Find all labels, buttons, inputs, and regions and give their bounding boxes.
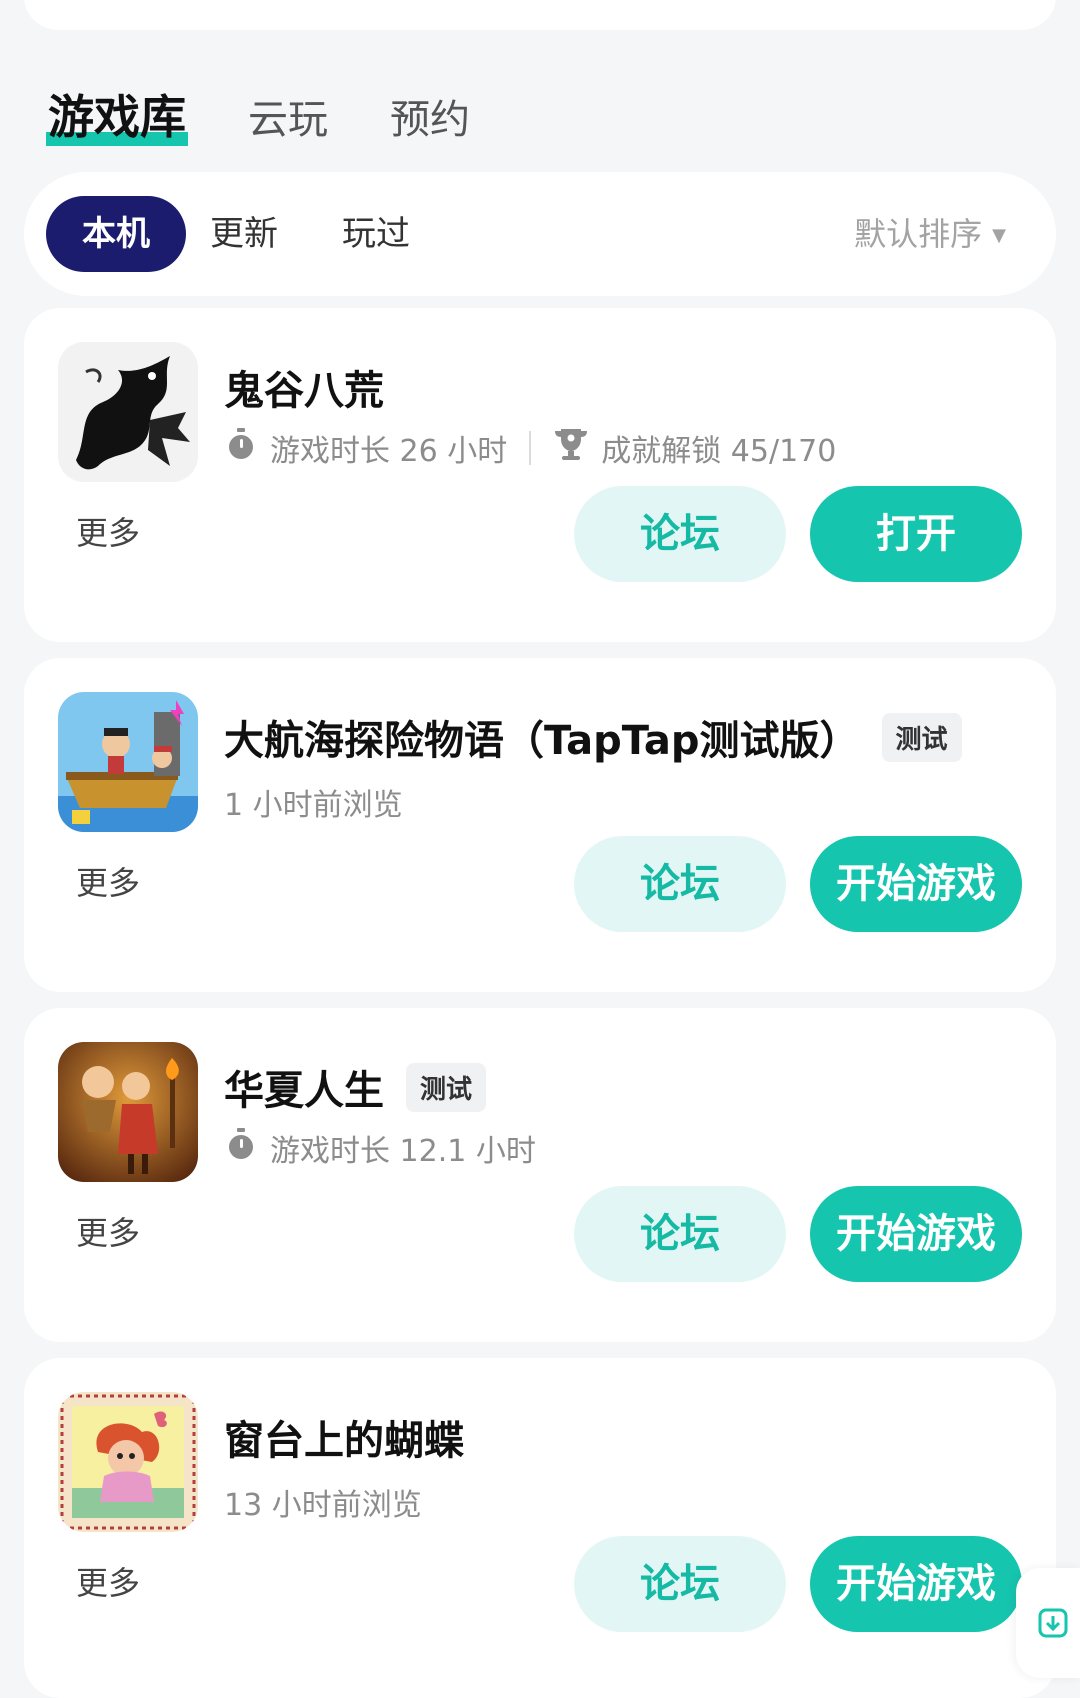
more-button[interactable]: 更多 bbox=[76, 858, 140, 904]
playtime-text: 游戏时长 26 小时 bbox=[270, 434, 508, 469]
tab-reservations[interactable]: 预约 bbox=[390, 100, 470, 140]
forum-button[interactable]: 论坛 bbox=[574, 1536, 786, 1632]
pirate-ship-icon[interactable] bbox=[58, 692, 198, 832]
game-card[interactable]: 华夏人生 测试 游戏时长 12.1 小时 更多 论坛 开始游戏 bbox=[24, 1008, 1056, 1342]
forum-button[interactable]: 论坛 bbox=[574, 836, 786, 932]
forum-button[interactable]: 论坛 bbox=[574, 486, 786, 582]
game-meta: 1 小时前浏览 bbox=[224, 780, 403, 824]
game-meta: 游戏时长 26 小时 成就解锁 45/170 bbox=[224, 426, 836, 470]
game-card[interactable]: 窗台上的蝴蝶 13 小时前浏览 更多 论坛 开始游戏 bbox=[24, 1358, 1056, 1698]
last-viewed-text: 1 小时前浏览 bbox=[224, 788, 403, 823]
game-title: 窗台上的蝴蝶 bbox=[224, 1418, 464, 1464]
start-game-button[interactable]: 开始游戏 bbox=[810, 1536, 1022, 1632]
game-card[interactable]: 鬼谷八荒 游戏时长 26 小时 成就解锁 45/170 更多 论坛 打开 bbox=[24, 308, 1056, 642]
filter-chip-played[interactable]: 玩过 bbox=[342, 196, 410, 272]
divider bbox=[529, 431, 532, 465]
floating-download-button[interactable] bbox=[1016, 1568, 1080, 1678]
ghost-valley-dragon-icon[interactable] bbox=[58, 342, 198, 482]
open-button[interactable]: 打开 bbox=[810, 486, 1022, 582]
stopwatch-icon bbox=[224, 427, 258, 469]
more-button[interactable]: 更多 bbox=[76, 1558, 140, 1604]
title-row: 大航海探险物语（TapTap测试版） 测试 bbox=[224, 708, 962, 766]
game-title: 大航海探险物语（TapTap测试版） bbox=[224, 718, 860, 764]
test-badge: 测试 bbox=[406, 1062, 487, 1112]
tab-cloud-play[interactable]: 云玩 bbox=[248, 100, 328, 140]
forum-button[interactable]: 论坛 bbox=[574, 1186, 786, 1282]
trophy-icon bbox=[553, 427, 589, 469]
butterfly-stamp-icon[interactable] bbox=[58, 1392, 198, 1532]
game-meta: 13 小时前浏览 bbox=[224, 1480, 422, 1524]
game-card[interactable]: 大航海探险物语（TapTap测试版） 测试 1 小时前浏览 更多 论坛 开始游戏 bbox=[24, 658, 1056, 992]
stopwatch-icon bbox=[224, 1127, 258, 1169]
game-title: 华夏人生 bbox=[224, 1068, 384, 1114]
caret-down-icon: ▼ bbox=[992, 225, 1006, 246]
last-viewed-text: 13 小时前浏览 bbox=[224, 1488, 422, 1523]
title-row: 窗台上的蝴蝶 bbox=[224, 1408, 464, 1466]
more-button[interactable]: 更多 bbox=[76, 1208, 140, 1254]
ancient-china-life-icon[interactable] bbox=[58, 1042, 198, 1182]
sort-label: 默认排序 bbox=[854, 215, 983, 253]
main-tabs: 游戏库 云玩 预约 bbox=[46, 70, 532, 146]
more-button[interactable]: 更多 bbox=[76, 508, 140, 554]
download-icon bbox=[1038, 1608, 1068, 1642]
title-row: 华夏人生 测试 bbox=[224, 1058, 487, 1116]
game-title: 鬼谷八荒 bbox=[224, 368, 384, 414]
test-badge: 测试 bbox=[881, 712, 962, 762]
title-row: 鬼谷八荒 bbox=[224, 358, 384, 416]
tab-game-library[interactable]: 游戏库 bbox=[46, 94, 188, 146]
start-game-button[interactable]: 开始游戏 bbox=[810, 1186, 1022, 1282]
achievements-text: 成就解锁 45/170 bbox=[601, 434, 837, 469]
tab-label: 游戏库 bbox=[48, 90, 186, 144]
sort-dropdown[interactable]: 默认排序 ▼ bbox=[854, 196, 1006, 272]
filter-chip-local[interactable]: 本机 bbox=[46, 196, 186, 272]
game-meta: 游戏时长 12.1 小时 bbox=[224, 1126, 536, 1170]
playtime-text: 游戏时长 12.1 小时 bbox=[270, 1134, 536, 1169]
previous-card-bottom bbox=[24, 0, 1056, 30]
filter-bar: 本机 更新 玩过 默认排序 ▼ bbox=[24, 172, 1056, 296]
filter-chip-updates[interactable]: 更新 bbox=[210, 196, 278, 272]
start-game-button[interactable]: 开始游戏 bbox=[810, 836, 1022, 932]
